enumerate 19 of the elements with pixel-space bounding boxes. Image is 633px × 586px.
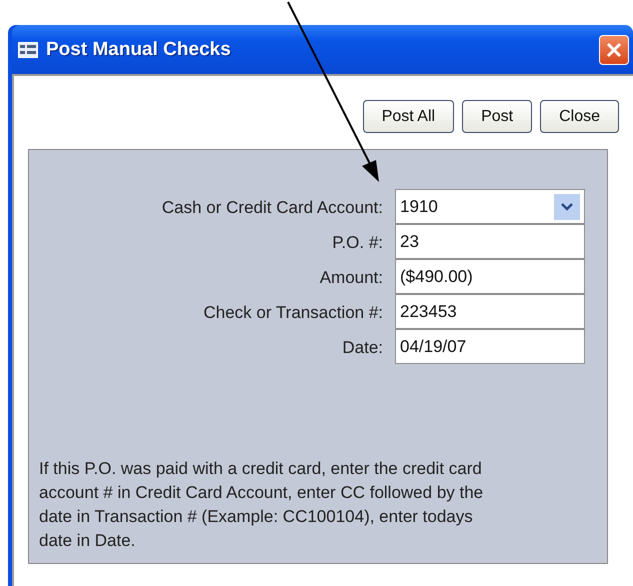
- action-button[interactable]: Post All: [362, 100, 454, 133]
- action-button[interactable]: Close: [540, 100, 619, 133]
- chevron-down-icon[interactable]: [554, 194, 580, 220]
- field-label: P.O. #:: [331, 232, 384, 254]
- instruction-text: If this P.O. was paid with a credit card, enter the credit card account # in Credit Card Account, enter CC followed by the date in Transaction # (Example: CC100104), enter todays date in Date.: [38, 458, 484, 552]
- field-label: Date:: [341, 337, 384, 359]
- action-button[interactable]: Post: [462, 100, 532, 133]
- close-button[interactable]: [599, 34, 629, 64]
- input-field[interactable]: 23: [395, 224, 585, 259]
- field-label: Cash or Credit Card Account:: [160, 197, 384, 219]
- input-field[interactable]: 223453: [395, 294, 585, 329]
- field-label: Amount:: [318, 267, 384, 289]
- close-icon[interactable]: [605, 40, 623, 58]
- form-icon: [18, 42, 38, 58]
- input-field[interactable]: ($490.00): [395, 259, 585, 294]
- window-title: Post Manual Checks: [46, 38, 232, 60]
- dropdown-field[interactable]: 1910: [395, 189, 585, 224]
- field-label: Check or Transaction #:: [202, 302, 384, 324]
- input-field[interactable]: 04/19/07: [395, 329, 585, 364]
